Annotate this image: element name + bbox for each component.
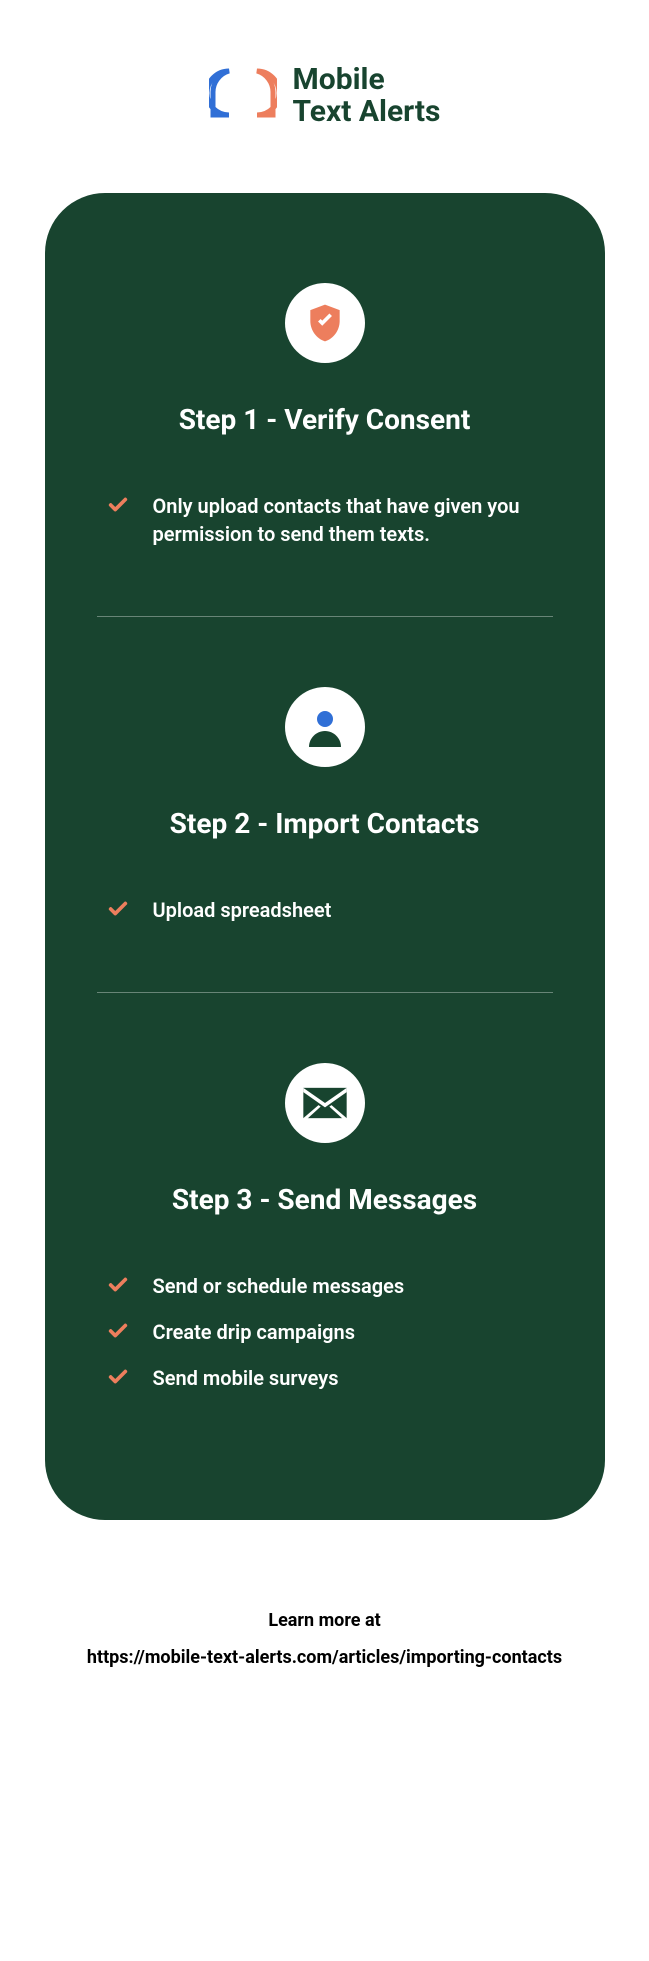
list-item: Send or schedule messages — [97, 1272, 553, 1300]
item-text: Create drip campaigns — [153, 1318, 355, 1346]
logo-text: Mobile Text Alerts — [293, 64, 441, 127]
list-item: Send mobile surveys — [97, 1364, 553, 1392]
item-text: Only upload contacts that have given you… — [153, 492, 545, 548]
step-title: Step 2 - Import Contacts — [170, 807, 480, 840]
steps-card: Step 1 - Verify Consent Only upload cont… — [45, 193, 605, 1520]
divider — [97, 992, 553, 993]
footer-url: https://mobile-text-alerts.com/articles/… — [87, 1647, 562, 1668]
logo-icon — [209, 67, 277, 125]
envelope-icon — [285, 1063, 365, 1143]
logo: Mobile Text Alerts — [209, 64, 441, 127]
check-icon — [105, 1320, 131, 1346]
person-icon — [285, 687, 365, 767]
footer: Learn more at https://mobile-text-alerts… — [87, 1610, 562, 1668]
list-item: Upload spreadsheet — [97, 896, 553, 924]
shield-icon — [285, 283, 365, 363]
list-item: Only upload contacts that have given you… — [97, 492, 553, 548]
check-icon — [105, 898, 131, 924]
list-item: Create drip campaigns — [97, 1318, 553, 1346]
step-3: Step 3 - Send Messages Send or schedule … — [97, 1063, 553, 1410]
item-text: Send or schedule messages — [153, 1272, 405, 1300]
footer-label: Learn more at — [87, 1610, 562, 1631]
check-icon — [105, 1274, 131, 1300]
divider — [97, 616, 553, 617]
item-text: Upload spreadsheet — [153, 896, 332, 924]
check-icon — [105, 494, 131, 520]
step-title: Step 3 - Send Messages — [172, 1183, 477, 1216]
step-1: Step 1 - Verify Consent Only upload cont… — [97, 283, 553, 566]
item-text: Send mobile surveys — [153, 1364, 339, 1392]
step-2: Step 2 - Import Contacts Upload spreadsh… — [97, 687, 553, 942]
step-title: Step 1 - Verify Consent — [179, 403, 471, 436]
check-icon — [105, 1366, 131, 1392]
